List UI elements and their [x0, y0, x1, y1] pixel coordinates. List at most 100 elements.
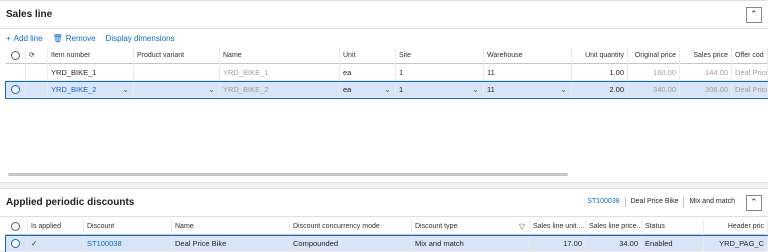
col-product-variant[interactable]: Product variant — [134, 48, 220, 64]
original-price-cell: 160.00 — [628, 65, 680, 81]
summary-discount-id[interactable]: ST100038 — [582, 197, 626, 207]
row-radio[interactable] — [11, 239, 20, 248]
col-name[interactable]: Name — [220, 48, 340, 64]
add-line-label: Add line — [13, 33, 43, 43]
unit-quantity-cell[interactable]: 1.00 — [572, 65, 628, 81]
col-discount-type[interactable]: Discount type ▽ — [412, 219, 530, 235]
discounts-header: Applied periodic discounts ST100038 Deal… — [0, 189, 768, 217]
header-price-cell: YRD_PAG_C — [704, 236, 768, 252]
sales-line-toolbar: + Add line 🗑 Remove Display dimensions — [6, 32, 174, 44]
select-all-radio[interactable] — [11, 222, 20, 231]
site-cell[interactable]: 1 ⌄ — [396, 82, 484, 98]
sales-line-panel: Sales line ⌃ + Add line 🗑 Remove Display d… — [0, 0, 768, 183]
product-variant-cell[interactable]: ⌄ — [134, 82, 220, 98]
trash-icon: 🗑 — [52, 33, 63, 43]
status-cell: Enabled — [642, 236, 704, 252]
row-select-cell[interactable] — [6, 82, 26, 98]
discount-type-cell: Mix and match — [412, 236, 530, 252]
site-cell[interactable]: 1 — [396, 65, 484, 81]
col-original-price[interactable]: Original price — [628, 48, 680, 64]
chevron-up-icon: ⌃ — [750, 197, 758, 207]
chevron-down-icon[interactable]: ⌄ — [384, 82, 391, 98]
collapse-discounts-button[interactable]: ⌃ — [746, 195, 762, 211]
select-all-radio[interactable] — [11, 51, 20, 60]
chevron-down-icon[interactable]: ⌄ — [472, 82, 479, 98]
col-offer-code[interactable]: Offer cod — [732, 48, 768, 64]
col-site[interactable]: Site — [396, 48, 484, 64]
col-sales-price[interactable]: Sales price — [680, 48, 732, 64]
refresh-cell[interactable]: ⟳ — [26, 48, 48, 64]
remove-button[interactable]: 🗑 Remove — [53, 34, 96, 43]
row-spacer — [26, 82, 48, 98]
sales-line-title: Sales line — [6, 9, 53, 20]
sales-line-header: Sales line ⌃ — [0, 1, 768, 29]
discount-summary: ST100038 Deal Price Bike Mix and match — [582, 197, 740, 207]
display-dimensions-label: Display dimensions — [105, 33, 175, 43]
row-radio[interactable] — [11, 85, 20, 94]
select-all-cell[interactable] — [6, 48, 26, 64]
is-applied-cell[interactable]: ✓ — [28, 236, 84, 252]
discounts-panel: Applied periodic discounts ST100038 Deal… — [0, 188, 768, 252]
warehouse-value: 11 — [487, 85, 495, 94]
col-discount-name[interactable]: Name — [172, 219, 290, 235]
col-header-price[interactable]: Header pric — [704, 219, 768, 235]
sales-line-unit-cell: 17.00 — [530, 236, 586, 252]
sales-line-price-cell: 34.00 — [586, 236, 642, 252]
name-cell: YRD_BIKE_2 — [220, 82, 340, 98]
discount-id-link[interactable]: ST100038 — [84, 236, 172, 252]
horizontal-scrollbar[interactable] — [8, 173, 568, 176]
item-number-value: YRD_BIKE_2 — [51, 85, 97, 94]
discount-name-cell: Deal Price Bike — [172, 236, 290, 252]
discounts-title: Applied periodic discounts — [6, 197, 135, 208]
unit-value: ea — [343, 85, 352, 94]
filter-icon[interactable]: ▽ — [519, 219, 525, 235]
col-is-applied[interactable]: Is applied — [28, 219, 84, 235]
plus-icon: + — [6, 33, 11, 43]
site-value: 1 — [399, 85, 404, 94]
refresh-icon[interactable]: ⟳ — [29, 52, 35, 59]
collapse-sales-button[interactable]: ⌃ — [746, 7, 762, 23]
row-select-cell[interactable] — [6, 236, 28, 252]
row-spacer — [26, 65, 48, 81]
chevron-down-icon[interactable]: ⌄ — [208, 82, 215, 98]
discount-type-label: Discount type — [415, 223, 458, 230]
col-sales-line-unit[interactable]: Sales line unit ... — [530, 219, 586, 235]
col-sales-line-price[interactable]: Sales line price... — [586, 219, 642, 235]
summary-discount-type: Mix and match — [689, 198, 735, 205]
concurrency-mode-cell: Compounded — [290, 236, 412, 252]
discounts-header-row: Is applied Discount Name Discount concur… — [6, 219, 768, 235]
sales-price-cell: 144.00 — [680, 65, 732, 81]
sales-row[interactable]: YRD_BIKE_1 YRD_BIKE_1 ea 1 11 1.00 160.0… — [6, 65, 768, 81]
item-number-cell[interactable]: YRD_BIKE_1 — [48, 65, 134, 81]
name-cell: YRD_BIKE_1 — [220, 65, 340, 81]
summary-discount-name: Deal Price Bike — [626, 197, 685, 207]
col-discount[interactable]: Discount — [84, 219, 172, 235]
discount-row[interactable]: ✓ ST100038 Deal Price Bike Compounded Mi… — [5, 235, 768, 252]
warehouse-cell[interactable]: 11 — [484, 65, 572, 81]
chevron-down-icon[interactable]: ⌄ — [560, 82, 567, 98]
add-line-button[interactable]: + Add line — [6, 34, 43, 43]
sales-price-cell: 306.00 — [680, 82, 732, 98]
col-warehouse[interactable]: Warehouse — [484, 48, 572, 64]
row-select-cell[interactable] — [6, 65, 26, 81]
select-all-cell[interactable] — [6, 219, 28, 235]
warehouse-cell[interactable]: 11 ⌄ — [484, 82, 572, 98]
offer-code-cell: Deal Price — [732, 82, 768, 98]
offer-code-cell: Deal Price — [732, 65, 768, 81]
product-variant-cell[interactable] — [134, 65, 220, 81]
unit-quantity-cell[interactable]: 2.00 — [572, 82, 628, 98]
col-unit[interactable]: Unit — [340, 48, 396, 64]
sales-row-selected[interactable]: YRD_BIKE_2 ⌄ ⌄ YRD_BIKE_2 ea ⌄ 1 ⌄ 11 ⌄ 2.00… — [5, 81, 768, 99]
unit-cell[interactable]: ea ⌄ — [340, 82, 396, 98]
display-dimensions-button[interactable]: Display dimensions — [106, 34, 175, 43]
col-unit-quantity[interactable]: Unit quantity — [572, 48, 628, 64]
unit-cell[interactable]: ea — [340, 65, 396, 81]
col-concurrency-mode[interactable]: Discount concurrency mode — [290, 219, 412, 235]
col-item-number[interactable]: Item number — [48, 48, 134, 64]
col-status[interactable]: Status — [642, 219, 704, 235]
item-number-cell[interactable]: YRD_BIKE_2 ⌄ — [48, 82, 134, 98]
original-price-cell: 340.00 — [628, 82, 680, 98]
chevron-down-icon[interactable]: ⌄ — [122, 82, 129, 98]
chevron-up-icon: ⌃ — [750, 9, 758, 19]
remove-label: Remove — [65, 33, 96, 43]
